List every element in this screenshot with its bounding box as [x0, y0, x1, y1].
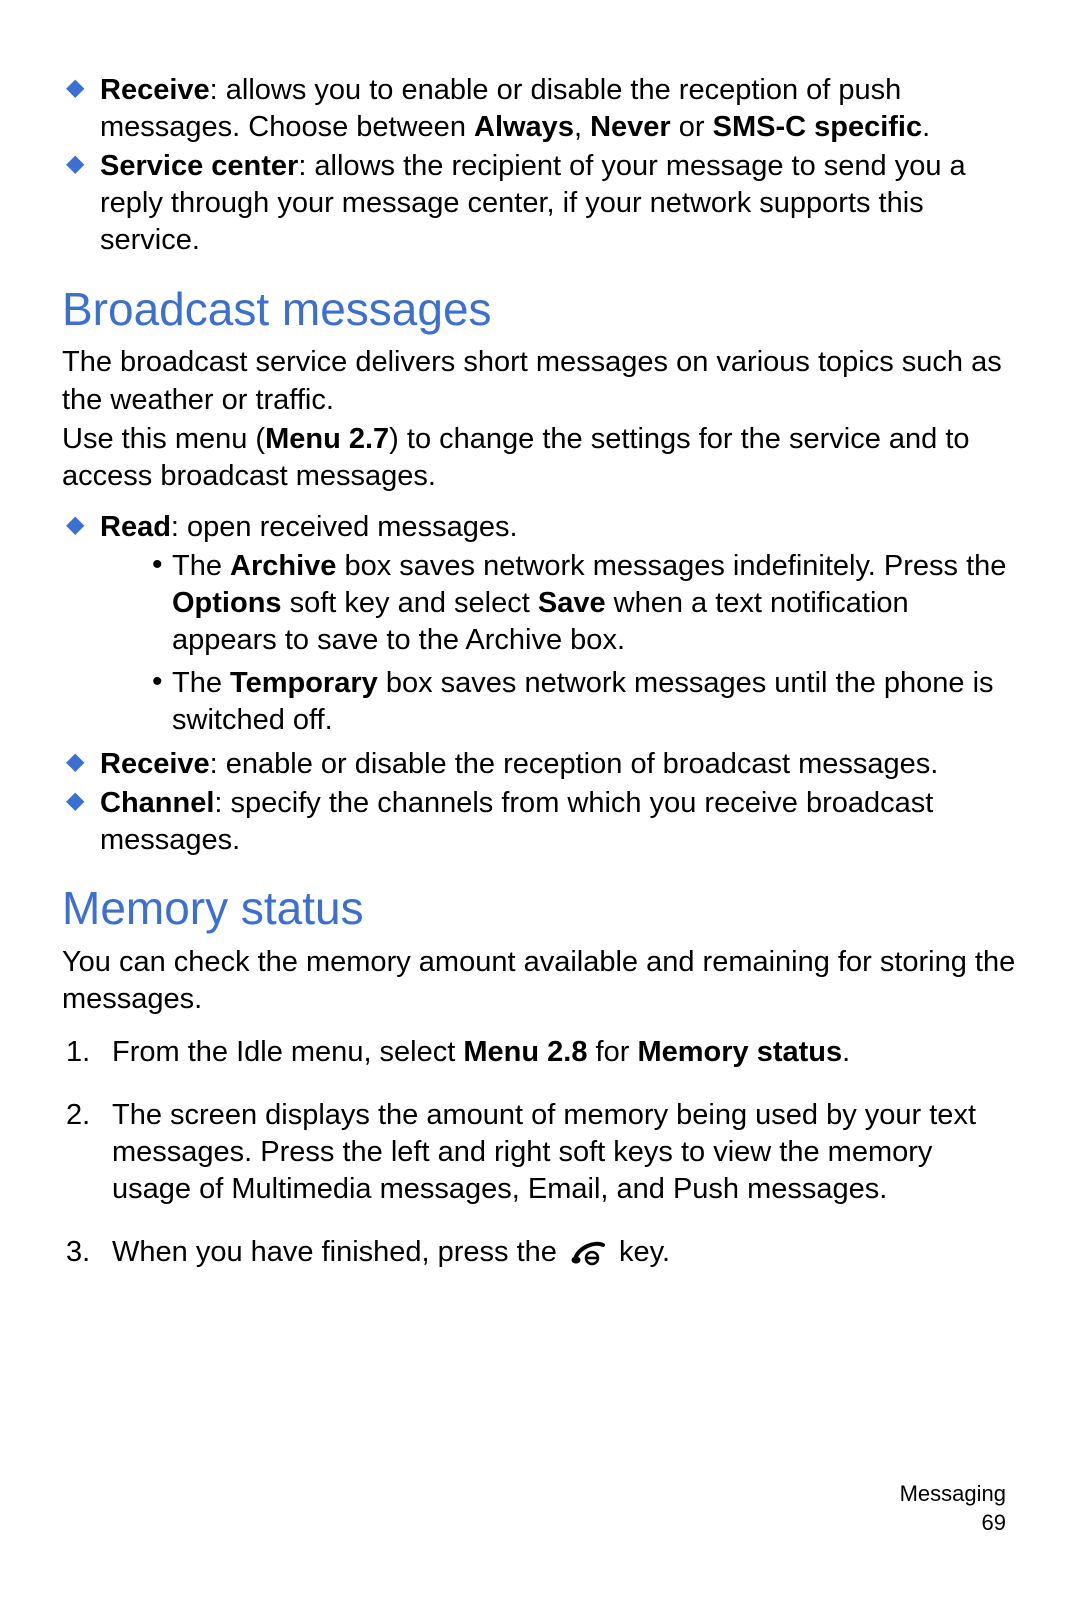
end-call-key-icon — [569, 1237, 607, 1277]
term: Receive — [100, 74, 210, 106]
footer-page-num: 69 — [900, 1508, 1006, 1538]
term: Service center — [100, 150, 298, 182]
text: : specify the channels from which you re… — [100, 787, 933, 856]
term: Channel — [100, 787, 214, 819]
broadcast-intro1: The broadcast service delivers short mes… — [62, 344, 1018, 418]
broadcast-bullet-list: Read: open received messages. The Archiv… — [62, 509, 1018, 859]
term: Receive — [100, 748, 210, 780]
memory-intro: You can check the memory amount availabl… — [62, 944, 1018, 1018]
footer-section: Messaging — [900, 1479, 1006, 1509]
bullet-channel: Channel: specify the channels from which… — [62, 785, 1018, 859]
sub-archive: The Archive box saves network messages i… — [100, 548, 1018, 659]
term: Read — [100, 511, 171, 543]
broadcast-intro2: Use this menu (Menu 2.7) to change the s… — [62, 421, 1018, 495]
page-footer: Messaging 69 — [900, 1479, 1006, 1538]
step-1: From the Idle menu, select Menu 2.8 for … — [62, 1034, 1018, 1071]
step-3: When you have finished, press the key. — [62, 1234, 1018, 1277]
read-sub-list: The Archive box saves network messages i… — [100, 548, 1018, 740]
heading-memory: Memory status — [62, 879, 1018, 938]
bullet-receive2: Receive: enable or disable the reception… — [62, 746, 1018, 783]
bullet-receive: Receive: allows you to enable or disable… — [62, 72, 1018, 146]
text: : enable or disable the reception of bro… — [210, 748, 939, 780]
heading-broadcast: Broadcast messages — [62, 280, 1018, 339]
bullet-service-center: Service center: allows the recipient of … — [62, 148, 1018, 259]
top-bullet-list: Receive: allows you to enable or disable… — [62, 72, 1018, 260]
memory-steps: From the Idle menu, select Menu 2.8 for … — [62, 1034, 1018, 1278]
text: : open received messages. — [171, 511, 518, 543]
step-2: The screen displays the amount of memory… — [62, 1097, 1018, 1208]
sub-temporary: The Temporary box saves network messages… — [100, 665, 1018, 739]
bullet-read: Read: open received messages. The Archiv… — [62, 509, 1018, 740]
